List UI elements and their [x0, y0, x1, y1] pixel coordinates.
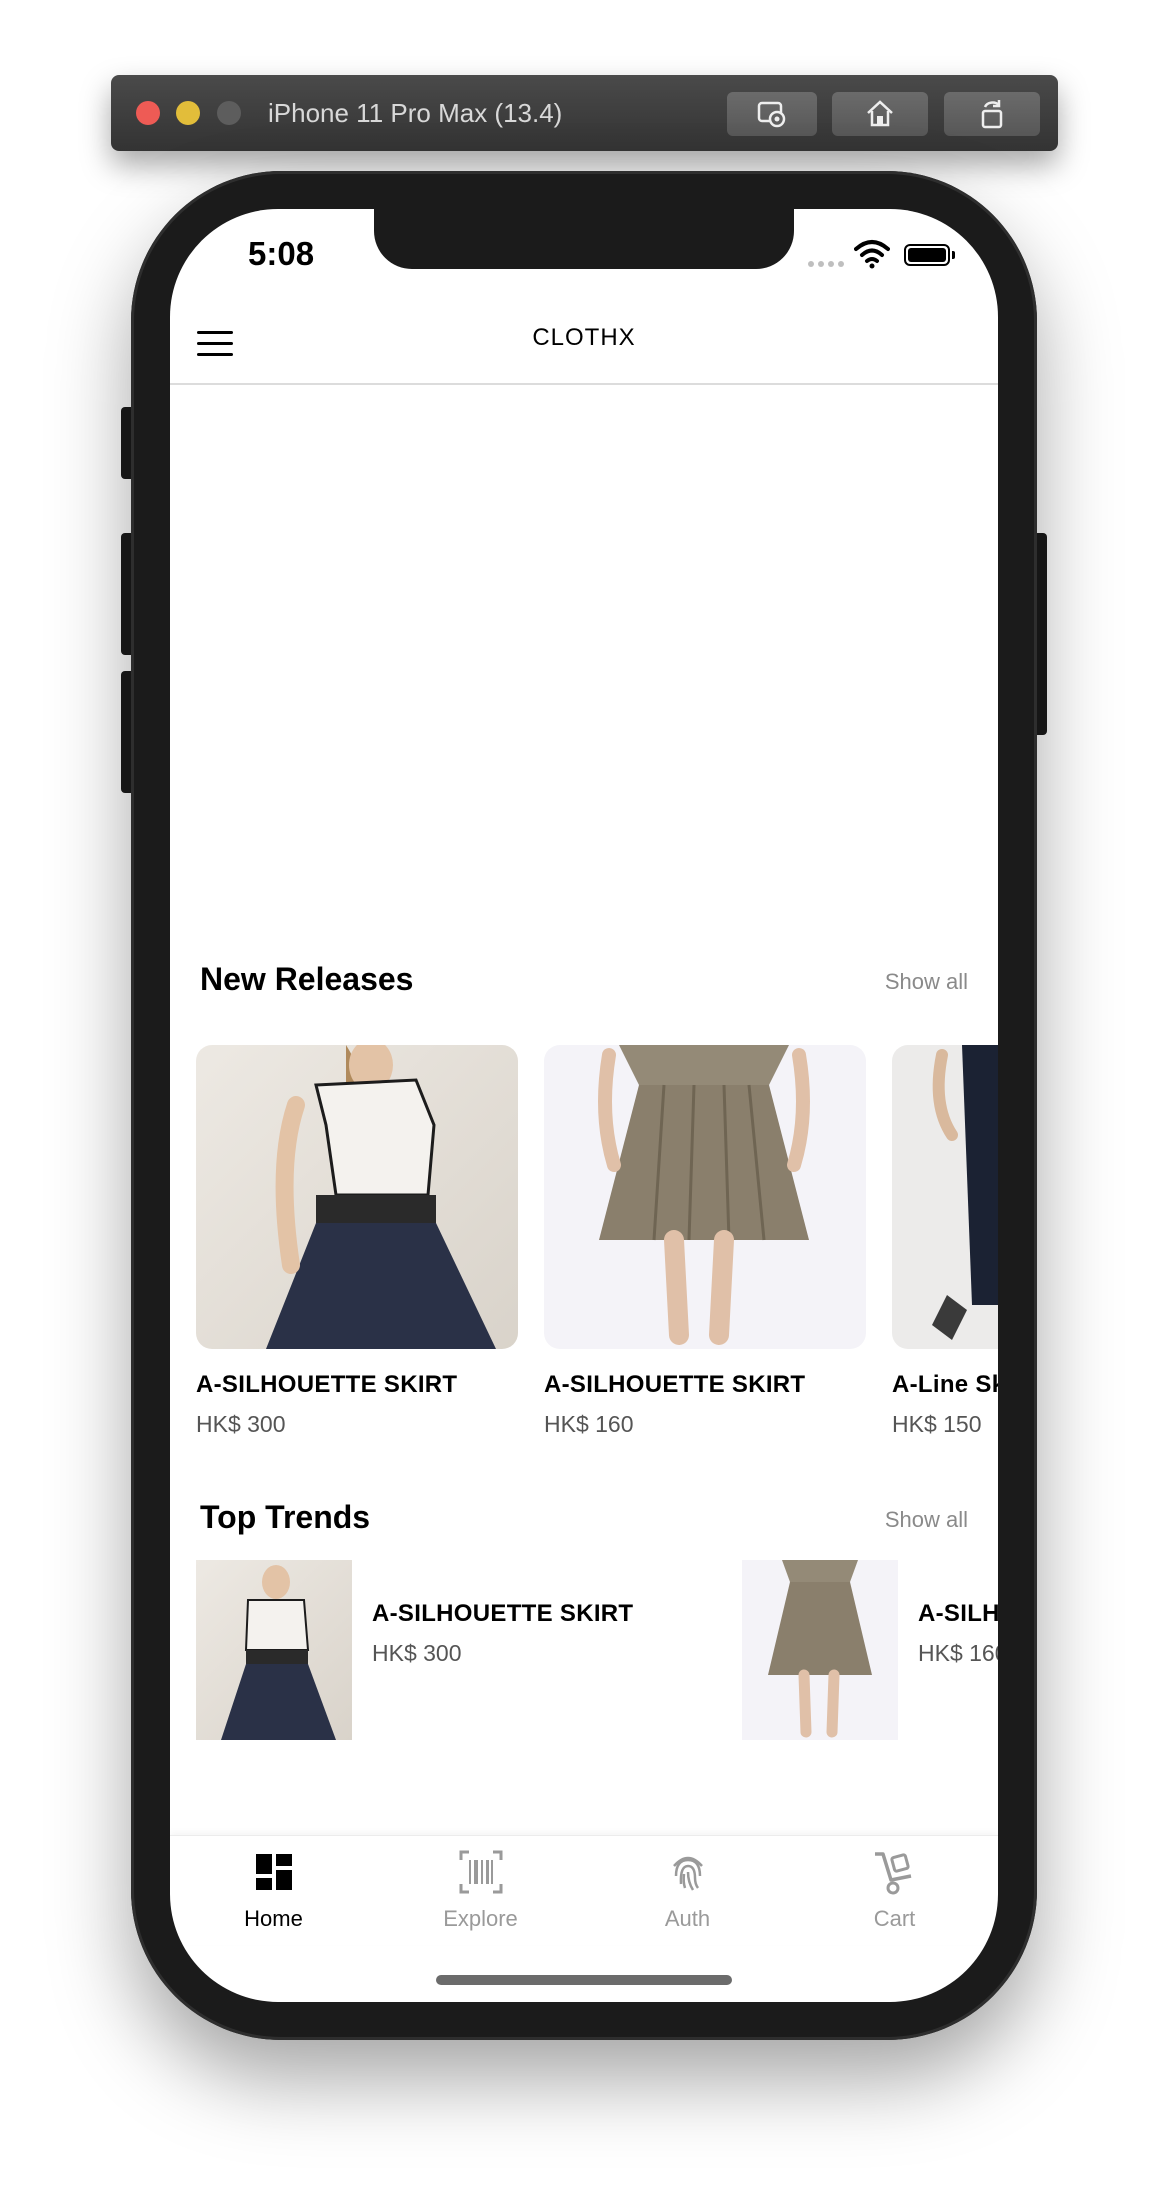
home-indicator: [436, 1975, 732, 1985]
product-card[interactable]: A-SILHOUETTE SKIRT HK$ 300: [196, 1045, 518, 1438]
rotate-icon: [981, 100, 1003, 129]
screenshot-icon: [757, 101, 786, 128]
product-price: HK$ 300: [372, 1640, 462, 1666]
product-image: [196, 1560, 352, 1740]
new-releases-show-all-link[interactable]: Show all: [885, 969, 968, 995]
product-price: HK$ 150: [892, 1411, 982, 1437]
simulator-title-bar: iPhone 11 Pro Max (13.4): [111, 75, 1058, 151]
close-window-button[interactable]: [136, 101, 160, 125]
product-image: [544, 1045, 866, 1349]
top-trends-title: Top Trends: [200, 1499, 371, 1535]
product-price: HK$ 160: [918, 1640, 998, 1666]
tab-auth[interactable]: Auth: [584, 1836, 791, 1946]
product-card[interactable]: A-Line Sk HK$ 150: [892, 1045, 998, 1438]
top-trends-show-all-link[interactable]: Show all: [885, 1507, 968, 1533]
tab-home[interactable]: Home: [170, 1836, 377, 1946]
tab-label: Cart: [873, 1906, 916, 1931]
product-name: A-SILHOUETTE SKIRT: [544, 1371, 806, 1398]
signal-dots-icon: [808, 261, 844, 267]
simulator-title: iPhone 11 Pro Max (13.4): [268, 98, 563, 128]
tab-label: Home: [244, 1906, 303, 1931]
barcode-scan-icon: [459, 1850, 503, 1894]
product-name: A-SILHOUETTE SKIRT: [196, 1371, 458, 1398]
app-header: CLOTHX: [170, 294, 998, 385]
product-name: A-SILHOUETTE SKIRT: [372, 1600, 634, 1627]
zoom-window-button[interactable]: [217, 101, 241, 125]
home-icon: [867, 100, 893, 127]
tab-explore[interactable]: Explore: [377, 1836, 584, 1946]
battery-icon: [904, 244, 950, 266]
trend-item[interactable]: A-SILHOUETTE SKIRT HK$ 300: [196, 1560, 716, 1740]
product-image: [892, 1045, 998, 1349]
bottom-tab-bar: Home Explore Auth Cart: [170, 1835, 998, 1945]
status-time: 5:08: [248, 235, 315, 272]
cart-icon: [875, 1852, 912, 1895]
dashboard-icon: [256, 1854, 292, 1890]
product-price: HK$ 300: [196, 1411, 286, 1437]
tab-label: Auth: [664, 1906, 711, 1931]
product-price: HK$ 160: [544, 1411, 634, 1437]
notch: [374, 209, 794, 269]
tab-cart[interactable]: Cart: [791, 1836, 998, 1946]
phone-screen: 5:08 CLOTHX New Releases Show all A-SILH…: [170, 209, 998, 2002]
fingerprint-icon: [673, 1856, 703, 1891]
rotate-button[interactable]: [944, 92, 1040, 136]
product-name: A-SILHOUETTE SKIRT: [918, 1600, 998, 1627]
product-card[interactable]: A-SILHOUETTE SKIRT HK$ 160: [544, 1045, 866, 1438]
minimize-window-button[interactable]: [176, 101, 200, 125]
screenshot-button[interactable]: [727, 92, 817, 136]
wifi-icon: [854, 240, 890, 269]
home-button[interactable]: [832, 92, 928, 136]
trend-item[interactable]: A-SILHOUETTE SKIRT HK$ 160: [742, 1560, 998, 1740]
tab-label: Explore: [443, 1906, 518, 1931]
new-releases-title: New Releases: [200, 961, 414, 997]
product-name: A-Line Sk: [892, 1371, 998, 1398]
product-image: [742, 1560, 898, 1740]
product-image: [196, 1045, 518, 1349]
app-title: CLOTHX: [532, 324, 636, 351]
